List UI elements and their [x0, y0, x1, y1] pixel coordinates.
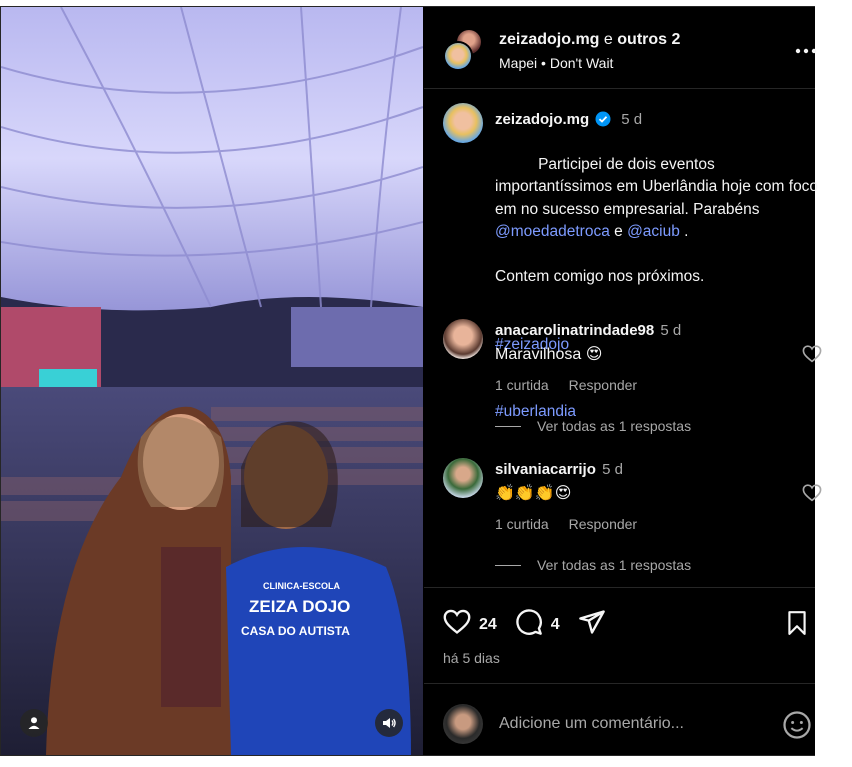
music-info[interactable]: Mapei • Don't Wait: [499, 55, 680, 71]
post-details-panel: zeizadojo.mg e outros 2 Mapei • Don't Wa…: [424, 7, 822, 755]
avatar[interactable]: [443, 103, 483, 143]
heart-icon: [443, 609, 471, 634]
mention-link[interactable]: @moedadetroca: [495, 223, 610, 240]
comment-likes[interactable]: 1 curtida: [495, 377, 549, 393]
comment-item: anacarolinatrindade98 5 d Maravilhosa 😍 …: [443, 313, 822, 443]
view-replies-label: Ver todas as 1 respostas: [537, 418, 692, 434]
heart-icon: [802, 484, 822, 502]
avatar: [443, 704, 483, 744]
comment-time[interactable]: 5 d: [660, 322, 681, 339]
comment-item: silvaniacarrijo 5 d 👏👏👏😍 1 curtida Respo…: [443, 452, 822, 582]
header-joiner: e: [603, 31, 613, 48]
comment-username[interactable]: anacarolinatrindade98: [495, 322, 654, 339]
caption-punctuation: .: [679, 223, 689, 240]
music-artist: Mapei: [499, 55, 538, 71]
comments-count[interactable]: 4: [551, 616, 560, 634]
view-replies[interactable]: Ver todas as 1 respostas: [495, 418, 691, 434]
comment-like-button[interactable]: [802, 345, 822, 368]
emoji-button[interactable]: [782, 710, 812, 745]
collab-avatars[interactable]: [443, 28, 487, 72]
music-separator: •: [541, 55, 546, 71]
caption-time[interactable]: 5 d: [621, 111, 642, 128]
replies-divider: [495, 425, 521, 427]
like-button[interactable]: [443, 609, 471, 640]
comment-input[interactable]: [499, 712, 749, 736]
person-icon: [28, 717, 40, 729]
comment-text: 👏👏👏😍: [495, 485, 572, 502]
send-icon: [578, 610, 605, 634]
avatar: [443, 41, 473, 71]
comment-text: Maravilhosa 😍: [495, 346, 603, 363]
comment-likes[interactable]: 1 curtida: [495, 516, 549, 532]
comment-like-button[interactable]: [802, 484, 822, 507]
view-replies-label: Ver todas as 1 respostas: [537, 557, 692, 573]
mention-link[interactable]: @aciub: [627, 223, 680, 240]
more-options-button[interactable]: [794, 43, 818, 59]
avatar[interactable]: [443, 319, 483, 359]
speaker-icon: [383, 718, 396, 728]
caption-line: Contem comigo nos próximos.: [495, 268, 705, 285]
header-title: zeizadojo.mg e outros 2 Mapei • Don't Wa…: [499, 31, 680, 71]
header-others[interactable]: outros 2: [617, 31, 680, 48]
avatar[interactable]: [443, 458, 483, 498]
view-replies[interactable]: Ver todas as 1 respostas: [495, 557, 691, 573]
reply-button[interactable]: Responder: [569, 516, 638, 532]
likes-count[interactable]: 24: [479, 616, 497, 634]
comment-icon: [516, 609, 542, 635]
heart-icon: [802, 345, 822, 363]
emoji-icon: [783, 711, 811, 739]
svg-text:CASA DO AUTISTA: CASA DO AUTISTA: [241, 624, 350, 638]
post-header: zeizadojo.mg e outros 2 Mapei • Don't Wa…: [424, 7, 818, 89]
more-icon: [795, 48, 817, 54]
audio-toggle-button[interactable]: [375, 709, 403, 737]
replies-divider: [495, 564, 521, 566]
music-song: Don't Wait: [549, 55, 614, 71]
caption-username[interactable]: zeizadojo.mg: [495, 111, 589, 128]
bookmark-icon: [788, 611, 806, 635]
comment-button[interactable]: [515, 608, 543, 641]
comment-time[interactable]: 5 d: [602, 461, 623, 478]
svg-text:CLINICA-ESCOLA: CLINICA-ESCOLA: [263, 581, 340, 591]
auditorium-photo: CLINICA-ESCOLA ZEIZA DOJO CASA DO AUTIST…: [1, 7, 423, 755]
post-actions: 24 4 há 5 dias: [424, 587, 815, 683]
post-photo[interactable]: CLINICA-ESCOLA ZEIZA DOJO CASA DO AUTIST…: [1, 7, 423, 755]
post-time[interactable]: há 5 dias: [443, 650, 500, 666]
reply-button[interactable]: Responder: [569, 377, 638, 393]
add-comment-bar: [424, 683, 815, 755]
save-button[interactable]: [784, 610, 810, 641]
tagged-people-button[interactable]: [20, 709, 48, 737]
caption-body: Participei de dois eventos importantíssi…: [495, 155, 823, 218]
caption-conjunction: e: [609, 223, 628, 240]
header-username[interactable]: zeizadojo.mg: [499, 31, 599, 48]
verified-badge-icon: [595, 111, 611, 127]
post-modal: CLINICA-ESCOLA ZEIZA DOJO CASA DO AUTIST…: [0, 6, 822, 756]
share-button[interactable]: [578, 608, 606, 641]
comment-username[interactable]: silvaniacarrijo: [495, 461, 596, 478]
svg-text:ZEIZA DOJO: ZEIZA DOJO: [249, 597, 350, 616]
